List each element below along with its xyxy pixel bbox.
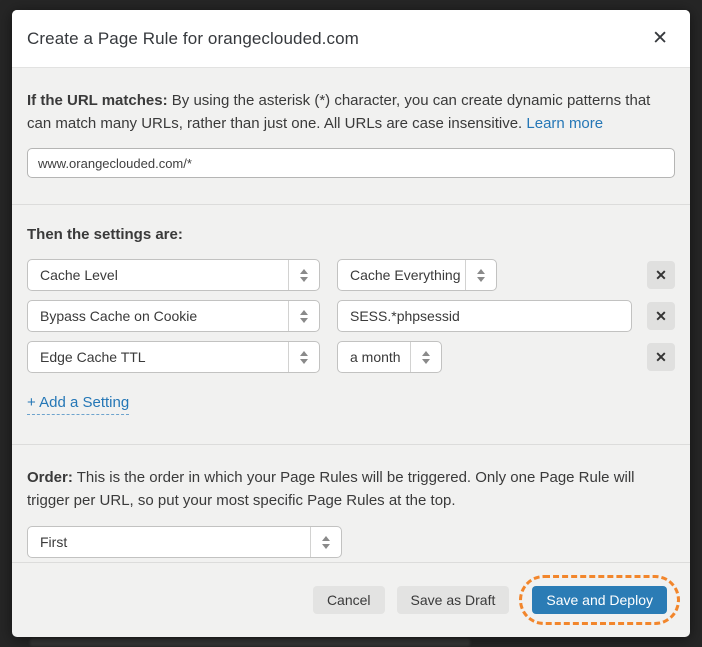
- settings-heading: Then the settings are:: [27, 226, 675, 243]
- order-select[interactable]: First: [27, 526, 342, 558]
- setting-row-bypass-cookie: Bypass Cache on Cookie ✕: [27, 300, 675, 332]
- setting-name-select[interactable]: Bypass Cache on Cookie: [27, 300, 320, 332]
- setting-row-edge-cache-ttl: Edge Cache TTL a month ✕: [27, 341, 675, 373]
- setting-name-value: Edge Cache TTL: [28, 342, 288, 372]
- remove-icon: ✕: [655, 267, 667, 284]
- setting-value-text: Cache Everything: [338, 260, 465, 290]
- save-and-deploy-button[interactable]: Save and Deploy: [532, 586, 667, 614]
- modal-header: Create a Page Rule for orangeclouded.com…: [12, 10, 690, 68]
- url-match-section: If the URL matches: By using the asteris…: [12, 68, 690, 205]
- order-label: Order:: [27, 469, 73, 486]
- select-caret-icon: [310, 527, 341, 557]
- dimmed-page-overlay: Create a Page Rule for orangeclouded.com…: [0, 0, 702, 647]
- order-help-text: This is the order in which your Page Rul…: [27, 469, 635, 509]
- setting-value-select[interactable]: Cache Everything: [337, 259, 497, 291]
- modal-title: Create a Page Rule for orangeclouded.com: [27, 29, 359, 49]
- remove-setting-button[interactable]: ✕: [647, 302, 675, 330]
- setting-row-cache-level: Cache Level Cache Everything ✕: [27, 259, 675, 291]
- setting-value-text: a month: [338, 342, 410, 372]
- learn-more-link[interactable]: Learn more: [526, 115, 603, 132]
- url-match-label: If the URL matches:: [27, 92, 168, 109]
- order-value: First: [28, 527, 310, 557]
- add-a-setting-link[interactable]: + Add a Setting: [27, 394, 129, 415]
- create-page-rule-modal: Create a Page Rule for orangeclouded.com…: [12, 10, 690, 637]
- setting-name-value: Bypass Cache on Cookie: [28, 301, 288, 331]
- cookie-pattern-input[interactable]: [337, 300, 632, 332]
- setting-value-select[interactable]: a month: [337, 341, 442, 373]
- setting-name-select[interactable]: Cache Level: [27, 259, 320, 291]
- annotation-highlight-ellipse: Save and Deploy: [519, 575, 680, 625]
- select-caret-icon: [288, 260, 319, 290]
- remove-setting-button[interactable]: ✕: [647, 261, 675, 289]
- order-description: Order: This is the order in which your P…: [27, 466, 672, 512]
- remove-icon: ✕: [655, 308, 667, 325]
- order-section: Order: This is the order in which your P…: [12, 445, 690, 563]
- setting-name-select[interactable]: Edge Cache TTL: [27, 341, 320, 373]
- modal-footer: Cancel Save as Draft Save and Deploy: [12, 563, 690, 637]
- background-status-text: [30, 639, 470, 646]
- save-as-draft-button[interactable]: Save as Draft: [397, 586, 510, 614]
- select-caret-icon: [288, 301, 319, 331]
- url-match-description: If the URL matches: By using the asteris…: [27, 89, 672, 135]
- remove-icon: ✕: [655, 349, 667, 366]
- cancel-button[interactable]: Cancel: [313, 586, 385, 614]
- settings-section: Then the settings are: Cache Level Cache…: [12, 205, 690, 445]
- select-caret-icon: [288, 342, 319, 372]
- setting-name-value: Cache Level: [28, 260, 288, 290]
- url-pattern-input[interactable]: [27, 148, 675, 178]
- select-caret-icon: [465, 260, 496, 290]
- select-caret-icon: [410, 342, 441, 372]
- close-icon[interactable]: ✕: [648, 25, 672, 52]
- remove-setting-button[interactable]: ✕: [647, 343, 675, 371]
